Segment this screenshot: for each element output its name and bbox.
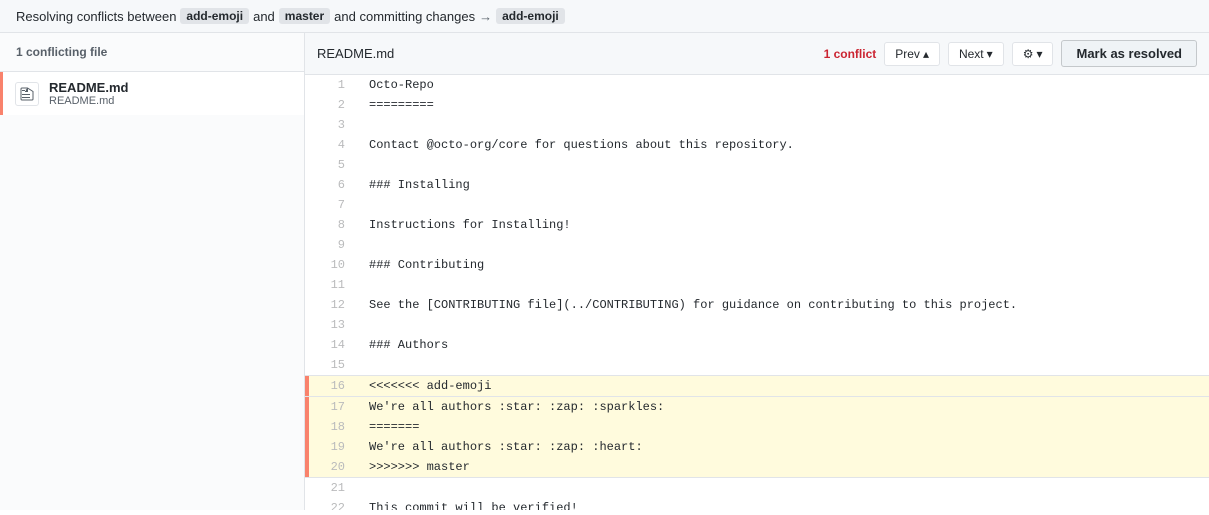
line-number: 11 xyxy=(309,275,361,295)
line-code: Instructions for Installing! xyxy=(361,215,1209,235)
line-code xyxy=(361,478,1209,498)
line-code xyxy=(361,155,1209,175)
line-number: 15 xyxy=(309,355,361,375)
line-code: We're all authors :star: :zap: :sparkles… xyxy=(361,397,1209,417)
line-number: 5 xyxy=(309,155,361,175)
line-code: Contact @octo-org/core for questions abo… xyxy=(361,135,1209,155)
line-number: 8 xyxy=(309,215,361,235)
code-table: 1Octo-Repo2=========34Contact @octo-org/… xyxy=(305,75,1209,510)
line-number: 6 xyxy=(309,175,361,195)
table-row: 3 xyxy=(305,115,1209,135)
code-area: 1Octo-Repo2=========34Contact @octo-org/… xyxy=(305,75,1209,510)
file-area: README.md 1 conflict Prev ▴ Next ▾ ⚙ ▾ M… xyxy=(305,33,1209,510)
line-number: 2 xyxy=(309,95,361,115)
line-code: ========= xyxy=(361,95,1209,115)
sidebar-header: 1 conflicting file xyxy=(0,33,304,72)
table-row: 6### Installing xyxy=(305,175,1209,195)
sidebar-file-item[interactable]: README.md README.md xyxy=(0,72,304,115)
gear-button[interactable]: ⚙ ▾ xyxy=(1012,42,1054,66)
table-row: 12See the [CONTRIBUTING file](../CONTRIB… xyxy=(305,295,1209,315)
and1-text: and xyxy=(253,9,275,24)
prev-label: Prev xyxy=(895,47,920,61)
line-number: 18 xyxy=(309,417,361,437)
table-row: 22This commit will be verified! xyxy=(305,498,1209,510)
line-number: 16 xyxy=(309,376,361,396)
table-row: 9 xyxy=(305,235,1209,255)
resolving-prefix: Resolving conflicts between xyxy=(16,9,176,24)
table-row: 10### Contributing xyxy=(305,255,1209,275)
line-number: 4 xyxy=(309,135,361,155)
table-row: 1Octo-Repo xyxy=(305,75,1209,95)
line-code: ### Authors xyxy=(361,335,1209,355)
file-title: README.md xyxy=(317,46,816,61)
line-code xyxy=(361,195,1209,215)
next-button[interactable]: Next ▾ xyxy=(948,42,1004,66)
sidebar: 1 conflicting file README.md README.md xyxy=(0,33,305,510)
line-code: ### Contributing xyxy=(361,255,1209,275)
line-code: We're all authors :star: :zap: :heart: xyxy=(361,437,1209,457)
table-row: 18======= xyxy=(305,417,1209,437)
line-number: 9 xyxy=(309,235,361,255)
table-row: 5 xyxy=(305,155,1209,175)
line-code: ======= xyxy=(361,417,1209,437)
line-number: 3 xyxy=(309,115,361,135)
file-header: README.md 1 conflict Prev ▴ Next ▾ ⚙ ▾ M… xyxy=(305,33,1209,75)
file-info: README.md README.md xyxy=(49,80,128,107)
line-code: ### Installing xyxy=(361,175,1209,195)
table-row: 15 xyxy=(305,355,1209,375)
chevron-down-icon: ▾ xyxy=(987,47,993,61)
line-code: Octo-Repo xyxy=(361,75,1209,95)
table-row: 4Contact @octo-org/core for questions ab… xyxy=(305,135,1209,155)
line-number: 22 xyxy=(309,498,361,510)
main-layout: 1 conflicting file README.md README.md R… xyxy=(0,33,1209,510)
line-code xyxy=(361,355,1209,375)
prev-button[interactable]: Prev ▴ xyxy=(884,42,940,66)
line-code: <<<<<<< add-emoji xyxy=(361,376,1209,396)
resolve-button[interactable]: Mark as resolved xyxy=(1061,40,1197,67)
target-badge: add-emoji xyxy=(496,8,565,24)
table-row: 20>>>>>>> master xyxy=(305,457,1209,478)
line-number: 19 xyxy=(309,437,361,457)
line-code xyxy=(361,115,1209,135)
line-number: 17 xyxy=(309,397,361,417)
table-row: 13 xyxy=(305,315,1209,335)
line-number: 12 xyxy=(309,295,361,315)
line-number: 14 xyxy=(309,335,361,355)
file-icon xyxy=(15,82,39,106)
gear-chevron-icon: ▾ xyxy=(1036,47,1042,61)
table-row: 14### Authors xyxy=(305,335,1209,355)
and2-text: and committing changes xyxy=(334,9,475,24)
line-number: 7 xyxy=(309,195,361,215)
table-row: 17We're all authors :star: :zap: :sparkl… xyxy=(305,396,1209,417)
gear-icon: ⚙ xyxy=(1023,47,1034,61)
line-code xyxy=(361,315,1209,335)
line-number: 1 xyxy=(309,75,361,95)
line-code: This commit will be verified! xyxy=(361,498,1209,510)
line-code xyxy=(361,275,1209,295)
branch1-badge: add-emoji xyxy=(180,8,249,24)
line-number: 20 xyxy=(309,457,361,477)
file-path: README.md xyxy=(49,95,128,107)
arrow-icon: → xyxy=(479,9,492,24)
table-row: 8Instructions for Installing! xyxy=(305,215,1209,235)
line-number: 21 xyxy=(309,478,361,498)
top-bar: Resolving conflicts between add-emoji an… xyxy=(0,0,1209,33)
table-row: 11 xyxy=(305,275,1209,295)
line-code xyxy=(361,235,1209,255)
line-code: >>>>>>> master xyxy=(361,457,1209,477)
table-row: 7 xyxy=(305,195,1209,215)
chevron-up-icon: ▴ xyxy=(923,47,929,61)
line-code: See the [CONTRIBUTING file](../CONTRIBUT… xyxy=(361,295,1209,315)
conflict-badge: 1 conflict xyxy=(824,47,877,61)
table-row: 2========= xyxy=(305,95,1209,115)
file-name: README.md xyxy=(49,80,128,95)
next-label: Next xyxy=(959,47,984,61)
line-number: 10 xyxy=(309,255,361,275)
line-number: 13 xyxy=(309,315,361,335)
table-row: 21 xyxy=(305,478,1209,498)
table-row: 16<<<<<<< add-emoji xyxy=(305,375,1209,396)
branch2-badge: master xyxy=(279,8,330,24)
table-row: 19We're all authors :star: :zap: :heart: xyxy=(305,437,1209,457)
